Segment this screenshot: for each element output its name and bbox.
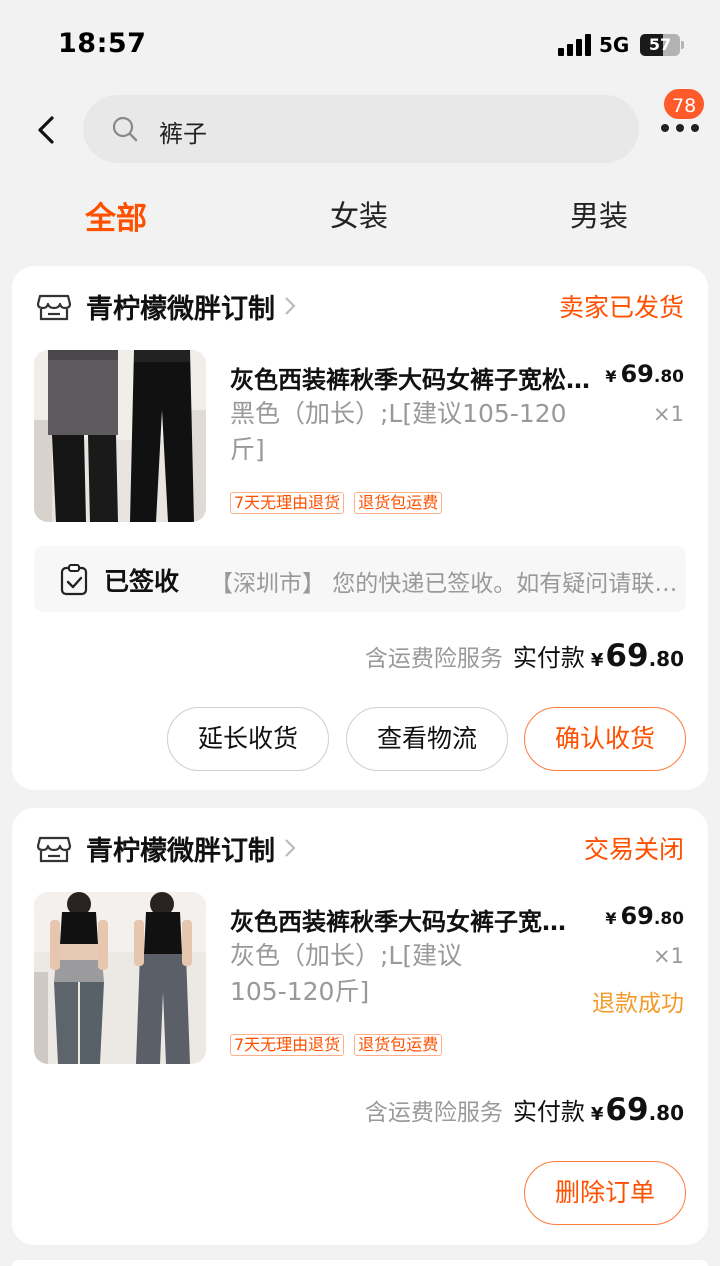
paid-amount: 69 <box>605 1092 649 1128</box>
shop-name: 青柠檬微胖订制 <box>86 835 275 867</box>
signed-clipboard-icon <box>60 564 88 596</box>
shop-link[interactable]: 青柠檬微胖订制 <box>36 286 297 326</box>
search-input[interactable]: 裤子 <box>83 95 639 163</box>
payment-row: 含运费险服务 实付款 ¥ 69 .80 <box>364 1092 684 1128</box>
view-logistics-button[interactable]: 查看物流 <box>346 707 508 771</box>
tag-7day-return: 7天无理由退货 <box>230 1034 345 1056</box>
order-card: 青柠檬微胖订制 卖家已发货 灰色西装裤秋季大码女裤子宽松显瘦阔腿裤 ¥69.80… <box>12 266 708 790</box>
paid-amount: 69 <box>605 638 649 674</box>
chevron-right-icon <box>285 297 296 315</box>
shipping-insurance-label: 含运费险服务 <box>364 1100 503 1126</box>
refund-status: 退款成功 <box>592 991 684 1017</box>
search-query: 裤子 <box>159 120 207 148</box>
signal-icon <box>558 34 592 56</box>
logistics-text: 【深圳市】 您的快递已签收。如有疑问请联系快递员 <box>210 571 680 597</box>
search-icon <box>112 116 138 142</box>
order-status: 卖家已发货 <box>558 293 684 322</box>
network-type: 5G <box>599 33 630 57</box>
product-title[interactable]: 灰色西装裤秋季大码女裤子宽松显瘦阔腿裤 <box>230 902 570 937</box>
payment-row: 含运费险服务 实付款 ¥ 69 .80 <box>364 638 684 674</box>
store-icon <box>36 294 72 321</box>
battery-icon: 57 <box>640 34 684 56</box>
product-spec: 黑色（加长）;L[建议105-120斤] <box>230 399 567 464</box>
status-time: 18:57 <box>58 28 147 59</box>
extend-receipt-button[interactable]: 延长收货 <box>167 707 329 771</box>
shop-link[interactable]: 青柠檬微胖订制 <box>36 828 297 868</box>
logistics-state: 已签收 <box>104 567 180 596</box>
product-image[interactable] <box>34 892 206 1064</box>
order-card: 青柠檬微胖订制 交易关闭 灰色西装裤秋季大码女裤子宽松显瘦阔腿裤 ¥69.80 … <box>12 808 708 1245</box>
more-dots-icon <box>661 124 699 132</box>
service-tags: 7天无理由退货 退货包运费 <box>230 492 443 514</box>
battery-level: 57 <box>648 35 672 54</box>
chevron-left-icon <box>38 116 54 144</box>
shop-name: 青柠檬微胖订制 <box>86 293 275 325</box>
back-button[interactable] <box>28 108 64 152</box>
product-qty: ×1 <box>653 402 684 426</box>
delete-order-button[interactable]: 删除订单 <box>524 1161 686 1225</box>
shipping-insurance-label: 含运费险服务 <box>364 646 503 672</box>
order-status: 交易关闭 <box>583 835 684 864</box>
product-image[interactable] <box>34 350 206 522</box>
tag-free-return-shipping: 退货包运费 <box>354 1034 443 1056</box>
product-price: ¥69.80 <box>605 902 684 930</box>
logistics-bar[interactable]: 已签收 【深圳市】 您的快递已签收。如有疑问请联系快递员 <box>34 546 686 612</box>
paid-label: 实付款 <box>512 1098 585 1126</box>
message-badge: 78 <box>662 87 707 121</box>
chevron-right-icon <box>285 839 296 857</box>
service-tags: 7天无理由退货 退货包运费 <box>230 1034 443 1056</box>
tag-7day-return: 7天无理由退货 <box>230 492 345 514</box>
order-card-partial <box>12 1260 708 1266</box>
tab-mens[interactable]: 男装 <box>570 193 628 235</box>
status-bar: 18:57 5G 57 <box>0 0 720 90</box>
paid-label: 实付款 <box>512 644 585 672</box>
product-spec: 灰色（加长）;L[建议105-120斤] <box>230 941 463 1006</box>
product-title[interactable]: 灰色西装裤秋季大码女裤子宽松显瘦阔腿裤 <box>230 360 592 395</box>
product-price: ¥69.80 <box>605 360 684 388</box>
confirm-receipt-button[interactable]: 确认收货 <box>524 707 686 771</box>
tab-all[interactable]: 全部 <box>85 193 147 238</box>
tag-free-return-shipping: 退货包运费 <box>354 492 443 514</box>
product-qty: ×1 <box>653 944 684 968</box>
tab-womens[interactable]: 女装 <box>330 193 388 235</box>
store-icon <box>36 836 72 863</box>
